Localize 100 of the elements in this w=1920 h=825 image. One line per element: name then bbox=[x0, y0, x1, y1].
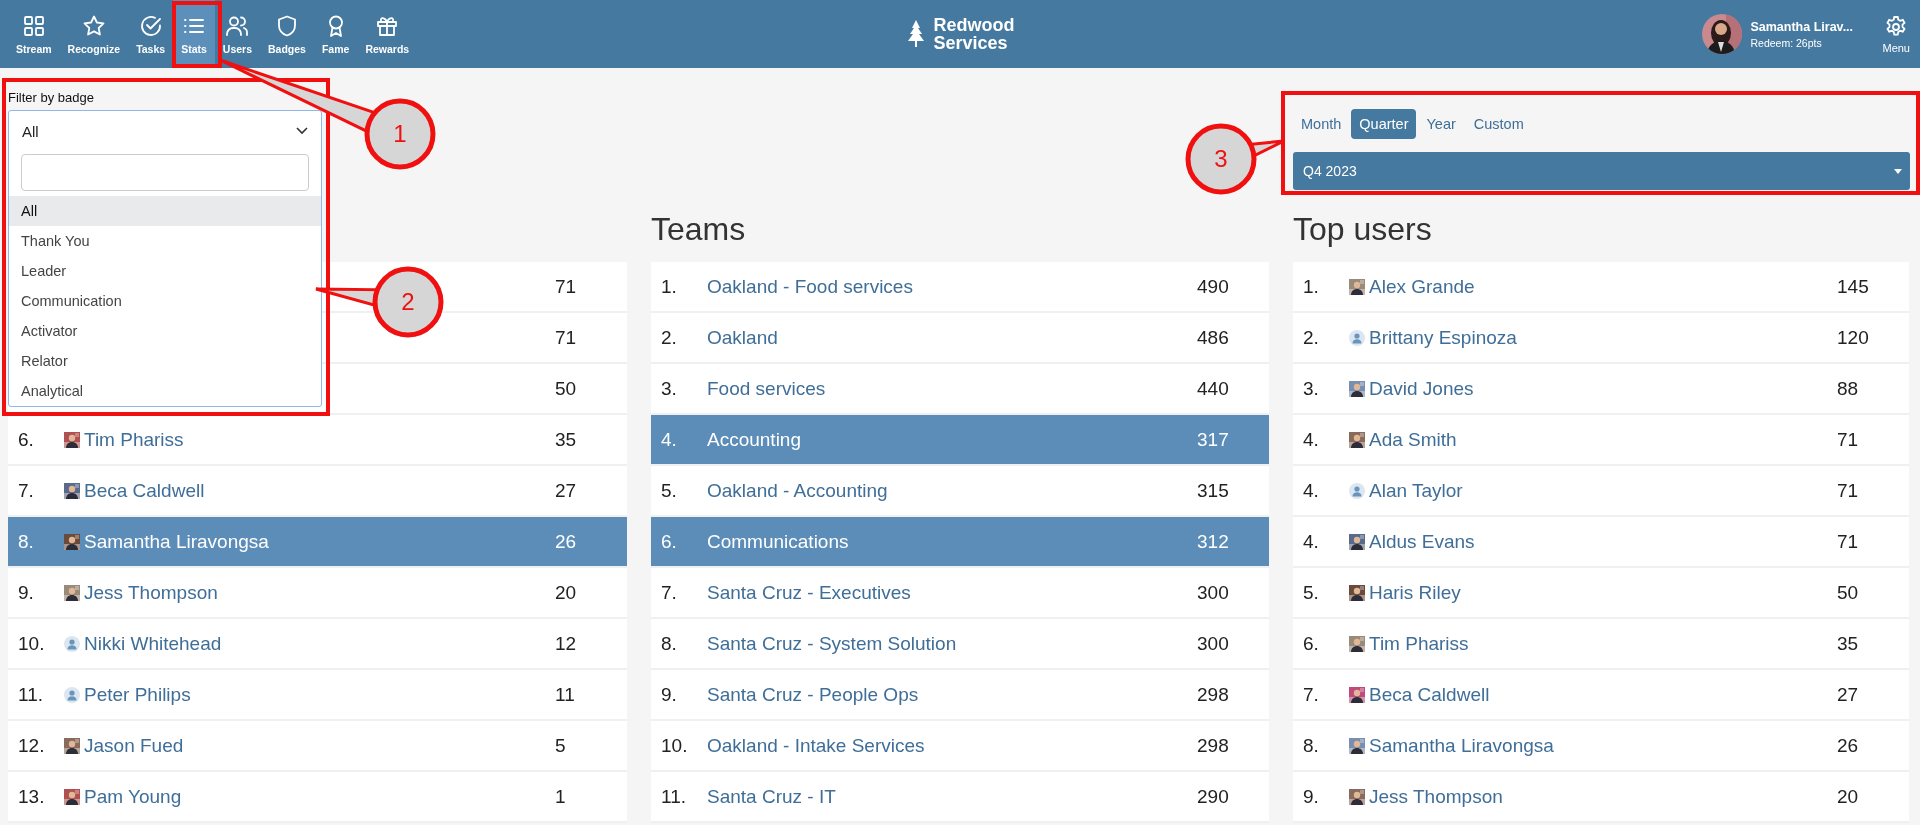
dropdown-option[interactable]: Relator bbox=[9, 346, 321, 376]
user-link[interactable]: David Jones bbox=[1369, 377, 1474, 400]
user-link[interactable]: Samantha Liravongsa bbox=[84, 530, 269, 553]
user-link[interactable]: Tim Phariss bbox=[1369, 632, 1469, 655]
score: 1 bbox=[555, 785, 567, 808]
score: 27 bbox=[1837, 683, 1860, 706]
team-link[interactable]: Santa Cruz - People Ops bbox=[707, 683, 919, 706]
team-link[interactable]: Communications bbox=[707, 530, 849, 553]
rank-number: 8. bbox=[18, 530, 34, 552]
score: 317 bbox=[1197, 428, 1230, 451]
team-link[interactable]: Santa Cruz - System Solution bbox=[707, 632, 957, 655]
score: 300 bbox=[1197, 581, 1230, 604]
user-name[interactable]: Samantha Lirav... bbox=[1750, 19, 1875, 34]
team-link[interactable]: Accounting bbox=[707, 428, 801, 451]
score: 12 bbox=[555, 632, 578, 655]
nav-item[interactable]: Rewards bbox=[357, 0, 418, 68]
score: 71 bbox=[555, 326, 578, 349]
user-link[interactable]: Brittany Espinoza bbox=[1369, 326, 1517, 349]
user-link[interactable]: Jess Thompson bbox=[1369, 785, 1503, 808]
score: 71 bbox=[555, 275, 578, 298]
dropdown-option[interactable]: All bbox=[9, 196, 321, 226]
score: 11 bbox=[555, 683, 576, 706]
user-link[interactable]: Ada Smith bbox=[1369, 428, 1457, 451]
user-link[interactable]: Alex Grande bbox=[1369, 275, 1475, 298]
score: 35 bbox=[555, 428, 578, 451]
dropdown-option[interactable]: Communication bbox=[9, 286, 321, 316]
dropdown-option[interactable]: Leader bbox=[9, 256, 321, 286]
rank-number: 8. bbox=[661, 632, 677, 654]
rank-number: 4. bbox=[1303, 428, 1319, 450]
rank-number: 1. bbox=[661, 275, 677, 297]
score: 20 bbox=[1837, 785, 1860, 808]
nav-item[interactable]: Badges bbox=[260, 0, 314, 68]
user-link[interactable]: Aldus Evans bbox=[1369, 530, 1475, 553]
nav-item[interactable]: Recognize bbox=[59, 0, 129, 68]
filter-label: Filter by badge bbox=[8, 90, 94, 105]
callout-number: 1 bbox=[393, 120, 407, 147]
nav-item[interactable]: Stream bbox=[8, 0, 60, 68]
score: 298 bbox=[1197, 734, 1230, 757]
nav-item[interactable]: Tasks bbox=[128, 0, 174, 68]
callout-number: 3 bbox=[1214, 145, 1228, 172]
dropdown-option[interactable]: Analytical bbox=[9, 376, 321, 406]
menu-button[interactable]: Menu bbox=[1882, 14, 1910, 54]
dropdown-option[interactable]: Thank You bbox=[9, 226, 321, 256]
period-tab[interactable]: Month bbox=[1293, 109, 1350, 139]
rank-number: 2. bbox=[661, 326, 677, 348]
user-icon bbox=[64, 635, 80, 652]
period-tab[interactable]: Quarter bbox=[1351, 109, 1417, 139]
user-icon bbox=[1349, 329, 1365, 346]
score: 71 bbox=[1837, 530, 1860, 553]
callout-bubble bbox=[364, 98, 436, 170]
nav-item[interactable]: Fame bbox=[313, 0, 358, 68]
user-link[interactable]: Tim Phariss bbox=[84, 428, 184, 451]
user-link[interactable]: Jason Fued bbox=[84, 734, 184, 757]
team-link[interactable]: Oakland - Accounting bbox=[707, 479, 888, 502]
rank-number: 8. bbox=[1303, 734, 1319, 756]
rank-number: 9. bbox=[661, 683, 677, 705]
user-link[interactable]: Peter Philips bbox=[84, 683, 191, 706]
user-link[interactable]: Alan Taylor bbox=[1369, 479, 1463, 502]
period-tab[interactable]: Year bbox=[1418, 109, 1464, 139]
rank-number: 9. bbox=[1303, 785, 1319, 807]
team-link[interactable]: Santa Cruz - Executives bbox=[707, 581, 911, 604]
user-link[interactable]: Beca Caldwell bbox=[1369, 683, 1490, 706]
period-select[interactable]: Q4 2023 bbox=[1293, 152, 1910, 190]
score: 315 bbox=[1197, 479, 1230, 502]
team-link[interactable]: Oakland bbox=[707, 326, 778, 349]
score: 312 bbox=[1197, 530, 1230, 553]
grid-icon bbox=[21, 13, 46, 38]
rank-number: 4. bbox=[661, 428, 677, 450]
score: 20 bbox=[555, 581, 578, 604]
team-link[interactable]: Oakland - Food services bbox=[707, 275, 913, 298]
score: 300 bbox=[1197, 632, 1230, 655]
user-link[interactable]: Beca Caldwell bbox=[84, 479, 205, 502]
points-balance: Redeem: 26pts bbox=[1750, 36, 1823, 49]
rank-number: 4. bbox=[1303, 479, 1319, 501]
section-title: Top users bbox=[1293, 211, 1432, 247]
team-link[interactable]: Food services bbox=[707, 377, 826, 400]
rank-number: 3. bbox=[661, 377, 677, 399]
rank-number: 12. bbox=[18, 734, 45, 756]
score: 486 bbox=[1197, 326, 1230, 349]
user-link[interactable]: Haris Riley bbox=[1369, 581, 1461, 604]
user-link[interactable]: Nikki Whitehead bbox=[84, 632, 222, 655]
score: 490 bbox=[1197, 275, 1230, 298]
shield-icon bbox=[275, 13, 299, 38]
rank-number: 1. bbox=[1303, 275, 1319, 297]
score: 27 bbox=[555, 479, 578, 502]
user-link[interactable]: Jess Thompson bbox=[84, 581, 218, 604]
user-link[interactable]: Samantha Liravongsa bbox=[1369, 734, 1554, 757]
nav-item[interactable]: Users bbox=[214, 0, 260, 68]
rank-number: 7. bbox=[18, 479, 34, 501]
score: 440 bbox=[1197, 377, 1230, 400]
team-link[interactable]: Santa Cruz - IT bbox=[707, 785, 836, 808]
badge-select[interactable]: All bbox=[9, 111, 321, 151]
dropdown-option[interactable]: Activator bbox=[9, 316, 321, 346]
team-link[interactable]: Oakland - Intake Services bbox=[707, 734, 925, 757]
user-link[interactable]: Pam Young bbox=[84, 785, 182, 808]
logo-text: Redwood bbox=[933, 16, 1015, 34]
search-field[interactable] bbox=[21, 154, 309, 191]
period-tab[interactable]: Custom bbox=[1465, 109, 1532, 139]
rank-number: 13. bbox=[18, 785, 45, 807]
rank-number: 3. bbox=[1303, 377, 1319, 399]
